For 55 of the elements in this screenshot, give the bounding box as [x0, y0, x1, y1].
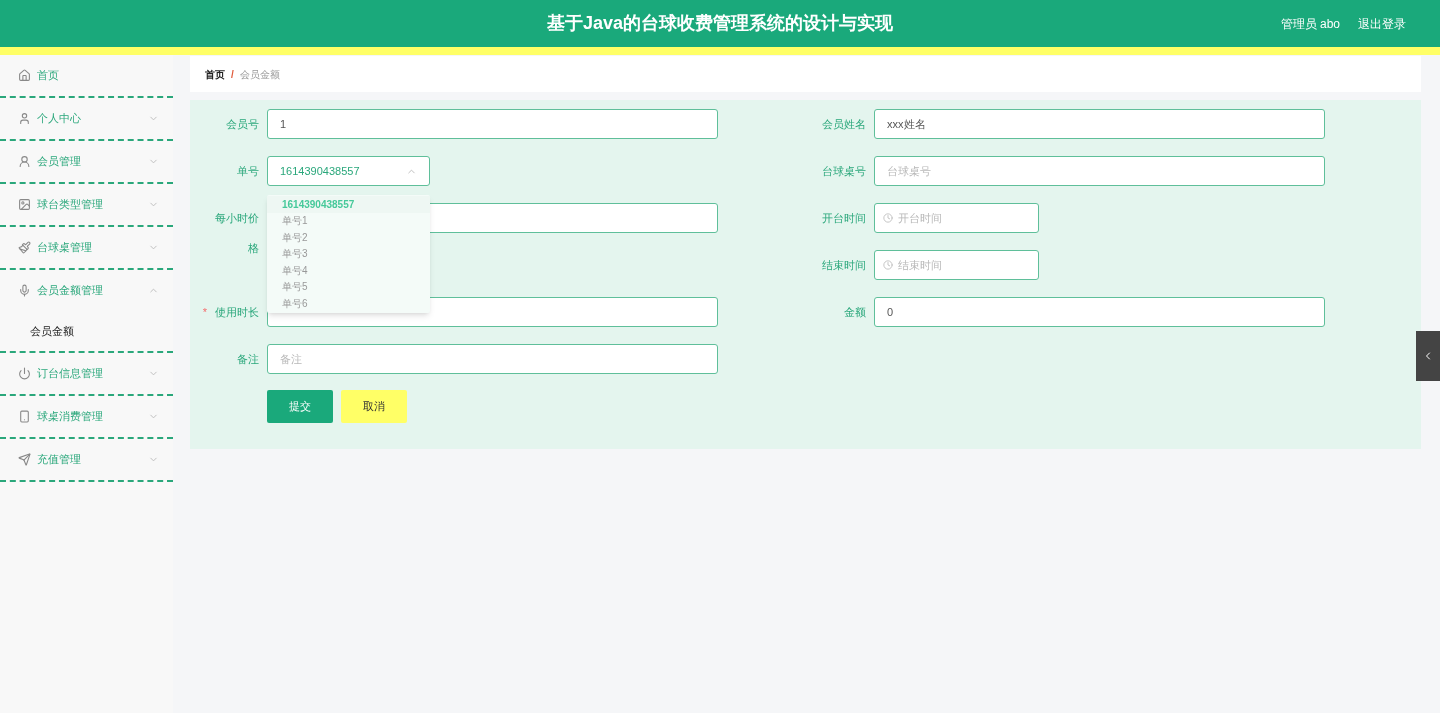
side-panel-toggle[interactable]	[1416, 331, 1440, 381]
sidebar-item[interactable]: 会员管理	[0, 141, 173, 182]
submenu-item[interactable]: 会员金额	[0, 311, 173, 351]
field-label: 会员姓名	[821, 117, 866, 132]
user-icon	[18, 112, 31, 125]
sidebar-item[interactable]: 首页	[0, 55, 173, 96]
dropdown-option[interactable]: 单号5	[267, 278, 430, 295]
cancel-button[interactable]: 取消	[341, 390, 407, 423]
user-name: 管理员 abo	[1280, 15, 1340, 33]
date-field[interactable]: 开台时间	[874, 203, 1039, 233]
clock-icon	[883, 260, 893, 270]
field-label: 每小时价格	[214, 211, 259, 256]
sidebar-item[interactable]: 球台类型管理	[0, 184, 173, 225]
required-mark: *	[202, 305, 207, 320]
field-label: 使用时长	[214, 305, 259, 320]
dropdown-option[interactable]: 单号6	[267, 295, 430, 312]
dropdown-option[interactable]: 单号2	[267, 229, 430, 246]
breadcrumb-link[interactable]: 会员金额	[239, 66, 280, 82]
date-field[interactable]: 结束时间	[874, 250, 1039, 280]
input-field[interactable]: 备注	[267, 344, 718, 374]
dropdown-option[interactable]: 单号3	[267, 245, 430, 262]
dropdown-option[interactable]: 单号4	[267, 262, 430, 279]
field-label: 开台时间	[821, 211, 866, 226]
home-icon	[18, 69, 31, 82]
sidebar-item[interactable]: 个人中心	[0, 98, 173, 139]
input-field[interactable]: 0	[874, 297, 1325, 327]
app-title: 基于Java的台球收费管理系统的设计与实现	[546, 12, 893, 35]
logout-link[interactable]: 退出登录	[1358, 14, 1406, 33]
image-icon	[18, 198, 31, 211]
input-field[interactable]: 1	[267, 109, 718, 139]
microphone-icon	[18, 284, 31, 297]
sidebar-item[interactable]: 会员金额管理	[0, 270, 173, 311]
select-field[interactable]: 1614390438557	[267, 156, 430, 186]
sidebar-item[interactable]: 订台信息管理	[0, 353, 173, 394]
power-icon	[18, 367, 31, 380]
send-icon	[18, 453, 31, 466]
breadcrumb-separator: /	[231, 67, 234, 82]
submit-button[interactable]: 提交	[267, 390, 333, 423]
dropdown-option[interactable]: 1614390438557	[267, 196, 430, 213]
field-label: 金额	[843, 305, 866, 320]
field-label: 备注	[236, 352, 259, 367]
field-label: 会员号	[225, 117, 259, 132]
clock-icon	[883, 213, 893, 223]
sidebar-item[interactable]: 球桌消费管理	[0, 396, 173, 437]
field-label: 单号	[236, 164, 259, 179]
field-label: 结束时间	[821, 258, 866, 273]
breadcrumb-link[interactable]: 首页	[205, 66, 225, 82]
brush-icon	[18, 241, 31, 254]
field-label: 台球桌号	[821, 164, 866, 179]
sidebar-item[interactable]: 台球桌管理	[0, 227, 173, 268]
phone-icon	[18, 410, 31, 423]
input-field[interactable]: xxx姓名	[874, 109, 1325, 139]
sidebar-item[interactable]: 充值管理	[0, 439, 173, 480]
user-icon	[18, 155, 31, 168]
dropdown-option[interactable]: 单号1	[267, 212, 430, 229]
